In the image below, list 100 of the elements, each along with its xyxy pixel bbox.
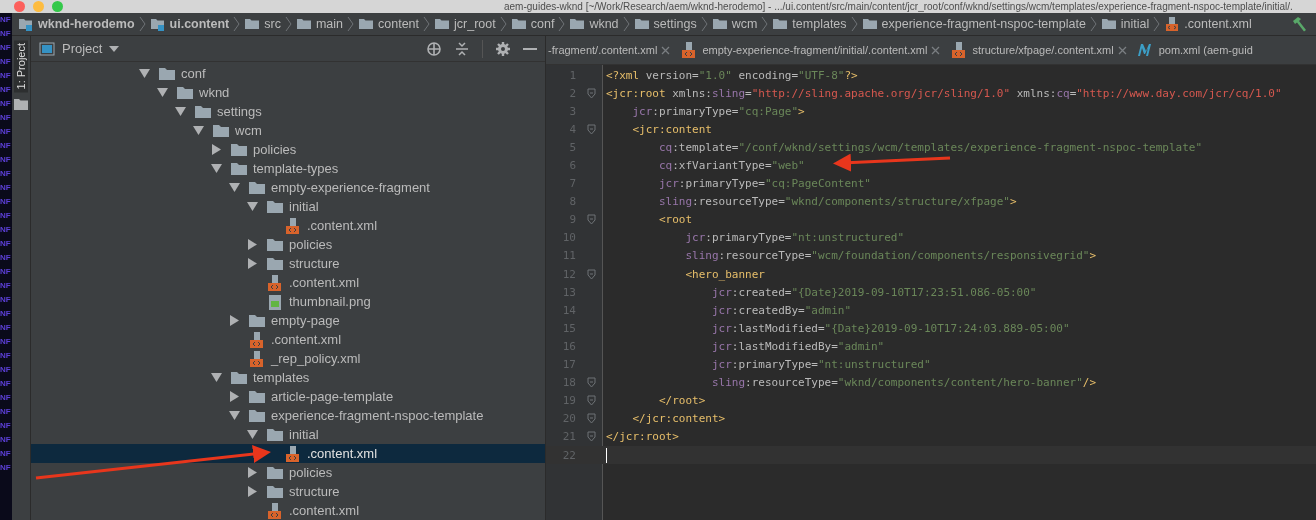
xml-file-icon — [284, 445, 302, 462]
tree-item[interactable]: wknd — [31, 83, 545, 102]
collapse-arrow-icon[interactable] — [229, 182, 240, 193]
expand-arrow-icon[interactable] — [247, 258, 258, 269]
breadcrumb-item[interactable]: jcr_root — [434, 17, 496, 31]
tree-item[interactable]: empty-experience-fragment — [31, 178, 545, 197]
fold-marker-icon[interactable] — [586, 377, 596, 389]
folder-icon — [266, 465, 284, 480]
chevron-icon — [558, 16, 566, 32]
expand-arrow-icon[interactable] — [247, 467, 258, 478]
tree-item[interactable]: policies — [31, 140, 545, 159]
editor-tab[interactable]: empty-experience-fragment/initial/.content.xml — [675, 36, 946, 64]
breadcrumb-item[interactable]: wcm — [711, 17, 758, 31]
background-text: NF — [0, 364, 12, 376]
folder-icon — [434, 17, 451, 31]
editor-tab[interactable]: pom.xml (aem-guid — [1131, 36, 1258, 64]
fold-marker-icon[interactable] — [586, 214, 596, 226]
background-text: NF — [0, 266, 12, 278]
expand-arrow-icon[interactable] — [229, 315, 240, 326]
tree-item[interactable]: empty-page — [31, 311, 545, 330]
tree-item[interactable]: initial — [31, 425, 545, 444]
code-line: <hero_banner — [684, 267, 765, 281]
project-view-dropdown[interactable]: Project — [39, 41, 120, 56]
background-text: NF — [0, 210, 12, 222]
tree-item[interactable]: policies — [31, 463, 545, 482]
expand-arrow-icon[interactable] — [229, 391, 240, 402]
folder-icon — [248, 313, 266, 328]
folder-icon — [176, 85, 194, 100]
tree-item[interactable]: initial — [31, 197, 545, 216]
breadcrumb-item[interactable]: .content.xml — [1164, 16, 1252, 32]
project-tool-tab[interactable]: 1: Project — [14, 40, 28, 93]
background-text: NF — [0, 252, 12, 264]
editor-tab[interactable]: structure/xfpage/.content.xml — [945, 36, 1132, 64]
breadcrumb-item[interactable]: src — [244, 17, 281, 31]
fold-marker-icon[interactable] — [586, 413, 596, 425]
fold-marker-icon[interactable] — [586, 395, 596, 407]
background-text: NF — [0, 406, 12, 418]
breadcrumb-item[interactable]: conf — [510, 17, 555, 31]
tree-item[interactable]: structure — [31, 254, 545, 273]
collapse-arrow-icon[interactable] — [157, 87, 168, 98]
chevron-icon — [423, 16, 431, 32]
code-line: jcr:primaryType="cq:Page"> — [631, 104, 805, 118]
settings-icon[interactable] — [495, 40, 511, 57]
background-text: NF — [0, 350, 12, 362]
breadcrumb-item[interactable]: experience-fragment-nspoc-template — [861, 17, 1086, 31]
fold-marker-icon[interactable] — [586, 268, 596, 280]
collapse-arrow-icon[interactable] — [193, 125, 204, 136]
fold-marker-icon[interactable] — [586, 431, 596, 443]
tree-item[interactable]: settings — [31, 102, 545, 121]
collapse-arrow-icon[interactable] — [139, 68, 150, 79]
fold-marker-icon[interactable] — [586, 123, 596, 135]
tree-item[interactable]: article-page-template — [31, 387, 545, 406]
code-line: </jcr:content> — [631, 412, 726, 426]
hammer-icon[interactable] — [1290, 15, 1308, 33]
expand-arrow-icon[interactable] — [211, 144, 222, 155]
fold-marker-icon[interactable] — [586, 87, 596, 99]
tree-item[interactable]: .content.xml — [31, 273, 545, 292]
close-icon[interactable] — [931, 45, 941, 55]
xml-file-icon — [248, 331, 266, 348]
collapse-arrow-icon[interactable] — [211, 372, 222, 383]
folder-icon — [266, 199, 284, 214]
editor-tab[interactable]: -fragment/.content.xml — [546, 36, 676, 64]
background-text: NF — [0, 182, 12, 194]
breadcrumb-item[interactable]: wknd-herodemo — [18, 17, 135, 31]
breadcrumb-item[interactable]: wknd — [569, 17, 619, 31]
xml-file-icon — [1164, 16, 1181, 32]
breadcrumb-item[interactable]: settings — [633, 17, 697, 31]
collapse-arrow-icon[interactable] — [229, 410, 240, 421]
expand-arrow-icon[interactable] — [247, 486, 258, 497]
tree-item[interactable]: conf — [31, 64, 545, 83]
background-text: NF — [0, 168, 12, 180]
breadcrumb-item[interactable]: content — [358, 17, 420, 31]
collapse-arrow-icon[interactable] — [211, 163, 222, 174]
breadcrumb-item[interactable]: ui.content — [149, 17, 230, 31]
tree-item[interactable]: experience-fragment-nspoc-template — [31, 406, 545, 425]
tree-item[interactable]: .content.xml — [31, 330, 545, 349]
expand-arrow-icon[interactable] — [247, 239, 258, 250]
tree-item[interactable]: _rep_policy.xml — [31, 349, 545, 368]
tree-item[interactable]: templates — [31, 368, 545, 387]
collapse-arrow-icon[interactable] — [175, 106, 186, 117]
breadcrumb-item[interactable]: templates — [772, 17, 847, 31]
tree-item[interactable]: policies — [31, 235, 545, 254]
close-icon[interactable] — [661, 45, 671, 55]
collapse-all-icon[interactable] — [454, 40, 470, 57]
breadcrumb-item[interactable]: initial — [1100, 17, 1150, 31]
crosshair-icon[interactable] — [426, 40, 442, 57]
chevron-icon — [1089, 16, 1097, 32]
collapse-arrow-icon[interactable] — [247, 429, 258, 440]
code-line: jcr:primaryType="nt:unstructured" — [684, 231, 905, 245]
tree-item[interactable]: .content.xml — [31, 501, 545, 520]
collapse-arrow-icon[interactable] — [247, 201, 258, 212]
tree-item[interactable]: .content.xml — [31, 444, 545, 463]
tree-item[interactable]: structure — [31, 482, 545, 501]
tree-item[interactable]: wcm — [31, 121, 545, 140]
breadcrumb-item[interactable]: main — [295, 17, 344, 31]
tree-item[interactable]: .content.xml — [31, 216, 545, 235]
close-icon[interactable] — [1117, 45, 1127, 55]
tree-item[interactable]: thumbnail.png — [31, 292, 545, 311]
chevron-icon — [138, 16, 146, 32]
tree-item[interactable]: template-types — [31, 159, 545, 178]
